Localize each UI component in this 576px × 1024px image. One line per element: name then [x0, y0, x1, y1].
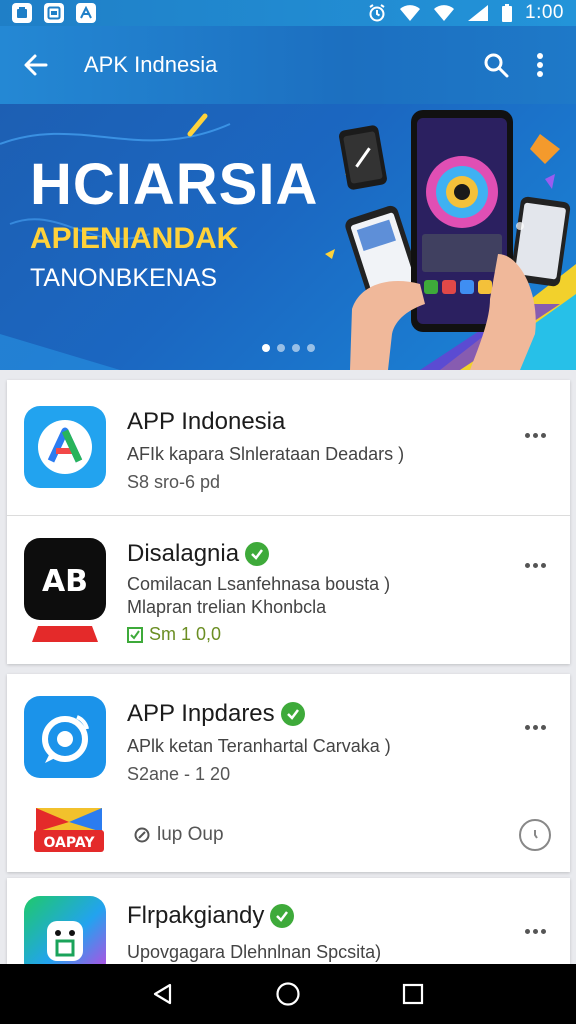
system-nav-bar	[0, 964, 576, 1024]
app-meta: Sm 1 0,0	[127, 624, 221, 645]
app-name: APP Inpdares	[127, 700, 305, 728]
app-icon: AB	[24, 538, 106, 620]
carousel-dot[interactable]	[262, 344, 270, 352]
app-list-card: APP Indonesia AFIk kapara Slnlerataan De…	[7, 380, 570, 664]
page-title: APK Indnesia	[84, 52, 218, 77]
app-badge-icon	[32, 626, 98, 642]
status-left-icons	[12, 3, 96, 23]
carousel-indicator[interactable]	[262, 344, 315, 352]
verified-badge-icon	[280, 702, 305, 726]
status-bar: 1:00	[0, 0, 576, 26]
app-icon	[24, 696, 106, 778]
wifi-icon	[399, 4, 421, 22]
app-icon	[24, 896, 106, 964]
app-notification-icon	[12, 3, 32, 23]
app-name-text: Disalagnia	[127, 540, 240, 567]
search-icon	[484, 53, 509, 78]
ab-logo-icon: AB	[42, 564, 88, 599]
app-description: APlk ketan Teranhartal Carvaka )	[127, 736, 391, 756]
app-description: Comilacan Lsanfehnasa bousta )	[127, 574, 391, 594]
app-bar: APK Indnesia	[0, 26, 576, 104]
signal-icon	[467, 4, 489, 22]
info-button[interactable]	[519, 819, 551, 851]
app-list-item[interactable]: Flrpakgiandy Upovgagara Dlehnlnan Spcsit…	[7, 878, 570, 964]
app-name: Disalagnia	[127, 540, 270, 568]
more-vertical-icon	[537, 53, 543, 77]
status-time: 1:00	[525, 2, 564, 23]
search-button[interactable]	[474, 43, 518, 87]
svg-text:AB: AB	[42, 564, 88, 599]
more-options-button[interactable]	[517, 918, 553, 944]
battery-icon	[501, 3, 513, 23]
banner-subtitle: APIENIANDAK	[30, 222, 239, 255]
app-meta-text: Sm 1 0,0	[149, 624, 222, 644]
verified-badge-icon	[270, 904, 295, 928]
svg-text:OAPAY: OAPAY	[44, 835, 96, 851]
app-list-card: Flrpakgiandy Upovgagara Dlehnlnan Spcsit…	[7, 878, 570, 964]
promo-banner[interactable]: HCIARSIA APIENIANDAK TANONBKENAS	[0, 104, 576, 370]
arrow-left-icon	[24, 54, 48, 76]
link-icon	[134, 827, 150, 843]
banner-tagline: TANONBKENAS	[30, 264, 218, 292]
sub-app-icon: OAPAY	[32, 804, 106, 854]
app-name-text: Flrpakgiandy	[127, 902, 265, 929]
app-list-item[interactable]: AB Disalagnia Comilacan Lsanfehnasa bous…	[7, 516, 570, 664]
a-app-icon	[76, 3, 96, 23]
square-recent-icon	[403, 983, 424, 1005]
app-icon	[24, 406, 106, 488]
banner-headline: HCIARSIA	[30, 152, 319, 217]
app-description-secondary: Mlapran trelian Khonbcla	[127, 597, 327, 617]
gallery-icon	[44, 3, 64, 23]
carousel-dot[interactable]	[277, 344, 285, 352]
wifi-icon	[433, 4, 455, 22]
app-name-text: APP Indonesia	[127, 408, 286, 435]
nav-home-button[interactable]	[268, 974, 308, 1014]
nav-recent-button[interactable]	[393, 974, 433, 1014]
verified-badge-icon	[245, 542, 270, 566]
triangle-back-icon	[153, 983, 171, 1005]
alarm-icon	[367, 3, 387, 23]
checkbox-icon	[127, 626, 143, 643]
banner-text: HCIARSIA APIENIANDAK TANONBKENAS	[30, 154, 318, 293]
back-button[interactable]	[14, 43, 58, 87]
chat-logo-icon	[42, 715, 89, 763]
status-right-icons: 1:00	[367, 2, 564, 24]
app-name: Flrpakgiandy	[127, 902, 295, 930]
circle-home-icon	[276, 982, 300, 1006]
sub-app-label[interactable]: lup Oup	[133, 824, 224, 846]
carousel-dot[interactable]	[307, 344, 315, 352]
app-name-text: APP Inpdares	[127, 700, 275, 727]
app-name: APP Indonesia	[127, 408, 285, 436]
app-meta: S2ane - 1 20	[127, 764, 231, 784]
app-list-item[interactable]: APP Indonesia AFIk kapara Slnlerataan De…	[7, 380, 570, 515]
overflow-menu-button[interactable]	[518, 43, 562, 87]
more-options-button[interactable]	[517, 552, 553, 578]
nav-back-button[interactable]	[143, 974, 183, 1014]
sub-app-label-text: lup Oup	[157, 824, 224, 845]
app-list-card: APP Inpdares APlk ketan Teranhartal Carv…	[7, 674, 570, 872]
a-logo-icon	[38, 420, 92, 474]
app-meta: S8 sro-6 pd	[127, 472, 221, 492]
more-options-button[interactable]	[517, 714, 553, 740]
app-description: AFIk kapara Slnlerataan Deadars )	[127, 444, 405, 464]
robot-logo-icon	[47, 921, 83, 961]
app-description: Upovgagara Dlehnlnan Spcsita)	[127, 942, 382, 962]
more-options-button[interactable]	[517, 422, 553, 448]
clock-icon	[534, 830, 538, 839]
carousel-dot[interactable]	[292, 344, 300, 352]
app-list-item[interactable]: APP Inpdares APlk ketan Teranhartal Carv…	[7, 674, 570, 872]
